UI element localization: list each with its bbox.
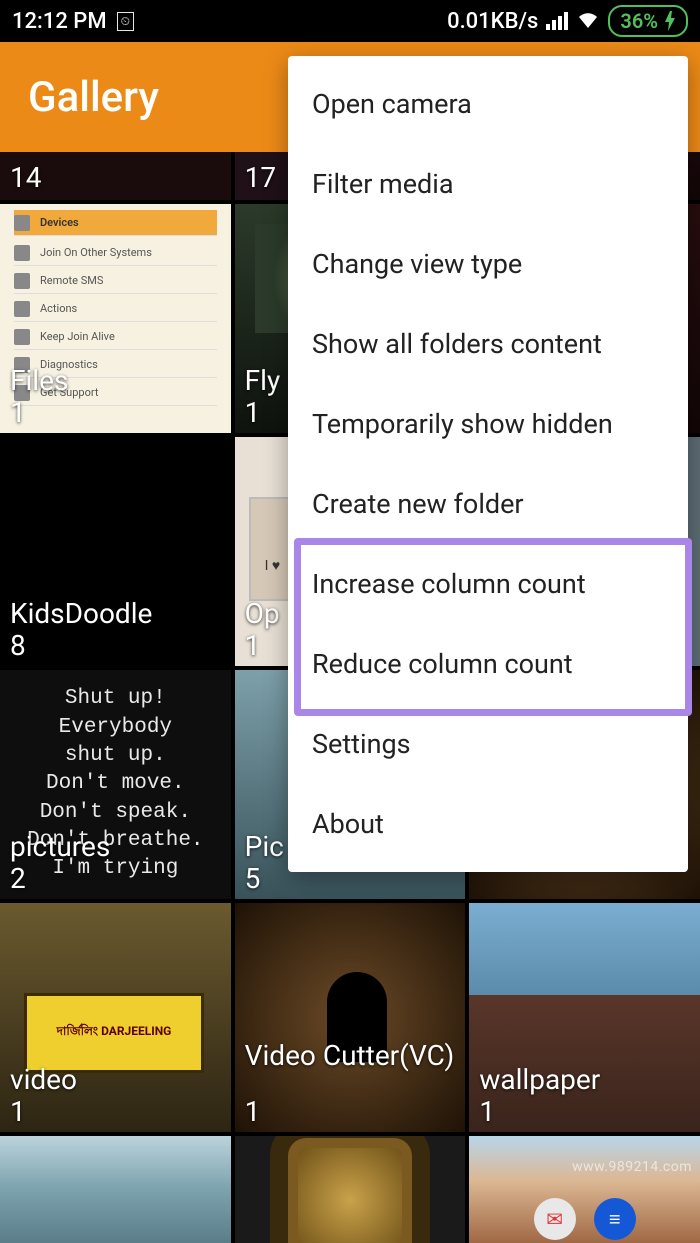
menu-show-all-folders[interactable]: Show all folders content xyxy=(288,304,688,384)
folder-name: video xyxy=(10,1063,77,1096)
battery-pct: 36% xyxy=(620,9,658,33)
folder-count: 8 xyxy=(10,629,26,662)
folder-tile[interactable]: ✉≡ xyxy=(469,1136,700,1243)
menu-about[interactable]: About xyxy=(288,784,688,864)
folder-name: Files xyxy=(10,364,68,397)
folder-tile[interactable]: KidsDoodle 8 xyxy=(0,437,231,666)
folder-count: 17 xyxy=(245,161,276,194)
folder-count: 1 xyxy=(10,1095,26,1128)
folder-name: wallpaper xyxy=(479,1063,600,1096)
quote-thumb: Shut up! Everybody shut up. Don't move. … xyxy=(0,670,231,899)
folder-tile[interactable]: wallpaper 1 xyxy=(469,903,700,1132)
folder-count: 1 xyxy=(10,396,26,429)
status-left: 12:12 PM ⏲ xyxy=(12,9,134,34)
folder-name: Video Cutter(VC) xyxy=(245,1041,455,1072)
menu-filter-media[interactable]: Filter media xyxy=(288,144,688,224)
menu-change-view-type[interactable]: Change view type xyxy=(288,224,688,304)
status-time: 12:12 PM xyxy=(12,9,107,34)
menu-reduce-columns[interactable]: Reduce column count xyxy=(288,624,688,704)
menu-create-folder[interactable]: Create new folder xyxy=(288,464,688,544)
battery-indicator: 36% xyxy=(608,5,688,37)
wifi-icon xyxy=(576,8,600,34)
menu-increase-columns[interactable]: Increase column count xyxy=(288,544,688,624)
folder-name: Pic xyxy=(245,830,284,863)
signal-icon xyxy=(546,12,568,30)
menu-show-hidden[interactable]: Temporarily show hidden xyxy=(288,384,688,464)
folder-name: Op xyxy=(245,597,280,630)
folder-tile[interactable] xyxy=(235,1136,466,1243)
menu-open-camera[interactable]: Open camera xyxy=(288,64,688,144)
folder-tile[interactable] xyxy=(0,1136,231,1243)
menu-settings[interactable]: Settings xyxy=(288,704,688,784)
folder-count: 2 xyxy=(10,862,26,895)
folder-count: 5 xyxy=(245,862,261,895)
folder-tile[interactable]: Shut up! Everybody shut up. Don't move. … xyxy=(0,670,231,899)
folder-name: KidsDoodle xyxy=(10,597,152,630)
overflow-menu: Open camera Filter media Change view typ… xyxy=(288,56,688,872)
folder-tile[interactable]: দার্জিলিং DARJEELING video 1 xyxy=(0,903,231,1132)
app-title: Gallery xyxy=(28,73,159,122)
watermark: www.989214.com xyxy=(572,1159,692,1175)
folder-count: 1 xyxy=(479,1095,495,1128)
folder-count: 1 xyxy=(245,629,261,662)
sign-thumb: দার্জিলিং DARJEELING xyxy=(24,993,204,1073)
folder-tile[interactable]: Video Cutter(VC) 1 xyxy=(235,903,466,1132)
folder-count: 14 xyxy=(10,161,41,194)
status-bar: 12:12 PM ⏲ 0.01KB/s 36% xyxy=(0,0,700,42)
folder-count: 1 xyxy=(245,1095,261,1128)
folder-tile[interactable]: 14 xyxy=(0,152,231,200)
folder-name: Fly xyxy=(245,364,281,397)
app-icon: ≡ xyxy=(594,1198,636,1240)
status-right: 0.01KB/s 36% xyxy=(447,5,688,37)
alarm-icon: ⏲ xyxy=(117,12,134,31)
folder-count: 1 xyxy=(245,396,261,429)
folder-tile[interactable]: Devices Join On Other Systems Remote SMS… xyxy=(0,204,231,433)
net-speed: 0.01KB/s xyxy=(447,9,538,34)
app-icon: ✉ xyxy=(534,1198,576,1240)
folder-name: pictures xyxy=(10,830,110,863)
